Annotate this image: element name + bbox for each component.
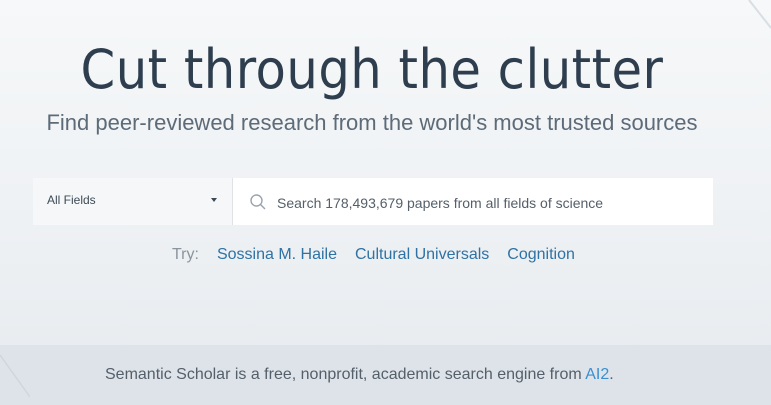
search-icon — [250, 194, 266, 210]
hero-title: Cut through the clutter — [80, 38, 664, 101]
footer-text-main: Semantic Scholar is a free, nonprofit, a… — [105, 366, 586, 383]
search-input-wrapper — [233, 178, 713, 227]
search-bar: All Fields — [33, 178, 713, 227]
search-input[interactable] — [275, 178, 709, 227]
footer-text-end: . — [609, 366, 614, 383]
decorative-left-line — [0, 354, 30, 398]
try-label: Try: — [172, 246, 199, 263]
suggestion-link[interactable]: Cognition — [507, 246, 575, 264]
suggestion-link[interactable]: Cultural Universals — [355, 246, 489, 264]
ai2-link[interactable]: AI2 — [585, 366, 609, 383]
try-suggestions: Try: Sossina M. Haile Cultural Universal… — [172, 246, 575, 264]
decorative-corner-line — [748, 0, 771, 29]
suggestion-link[interactable]: Sossina M. Haile — [217, 246, 337, 264]
hero-subtitle: Find peer-reviewed research from the wor… — [46, 110, 698, 135]
field-select-dropdown[interactable]: All Fields — [33, 178, 233, 225]
field-select-label: All Fields — [47, 193, 96, 207]
footer-text: Semantic Scholar is a free, nonprofit, a… — [105, 366, 614, 384]
caret-down-icon — [211, 198, 217, 202]
